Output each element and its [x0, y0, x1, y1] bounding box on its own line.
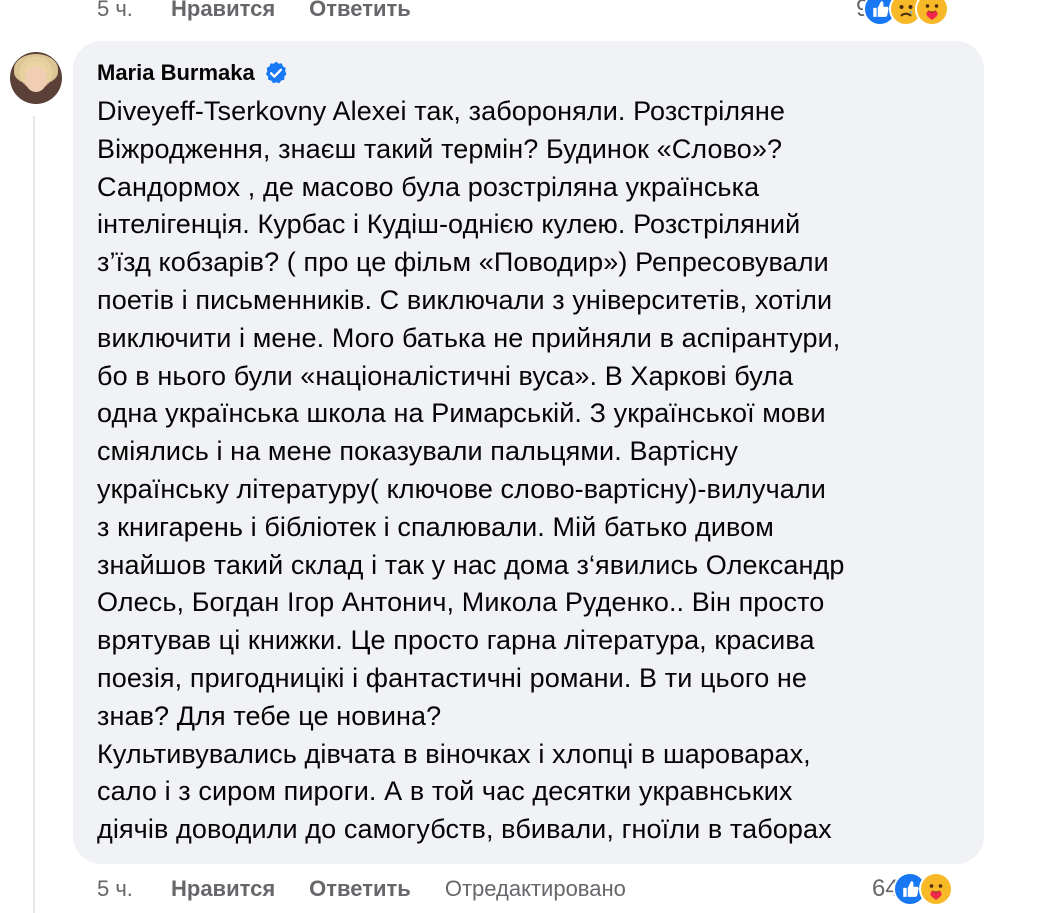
edited-label[interactable]: Отредактировано — [445, 876, 626, 902]
comment-text: Diveyeff-Tserkovny Alexei так, заборонял… — [97, 96, 845, 845]
thread-line — [33, 116, 35, 913]
care-reaction-icon — [918, 872, 953, 906]
comment-bubble: Maria Burmaka Diveyeff-Tserkovny Alexei … — [73, 41, 984, 864]
comment-timestamp[interactable]: 5 ч. — [97, 876, 171, 902]
comment-reactions-summary[interactable]: 64 — [872, 872, 953, 906]
author-avatar[interactable] — [10, 52, 62, 104]
prev-reactions-summary[interactable]: 9 — [856, 0, 950, 26]
care-reaction-icon — [915, 0, 950, 26]
prev-comment-actions: 5 ч. Нравится Ответить — [97, 0, 445, 22]
verified-badge-icon — [265, 61, 287, 84]
like-button[interactable]: Нравится — [171, 876, 275, 902]
prev-reply-button[interactable]: Ответить — [309, 0, 411, 22]
comment-actions: 5 ч. Нравится Ответить Отредактировано — [97, 876, 626, 902]
comment-author: Maria Burmaka — [97, 59, 960, 87]
prev-comment-timestamp[interactable]: 5 ч. — [97, 0, 171, 22]
reply-button[interactable]: Ответить — [309, 876, 411, 902]
prev-like-button[interactable]: Нравится — [171, 0, 275, 22]
author-name-link[interactable]: Maria Burmaka — [97, 60, 255, 86]
